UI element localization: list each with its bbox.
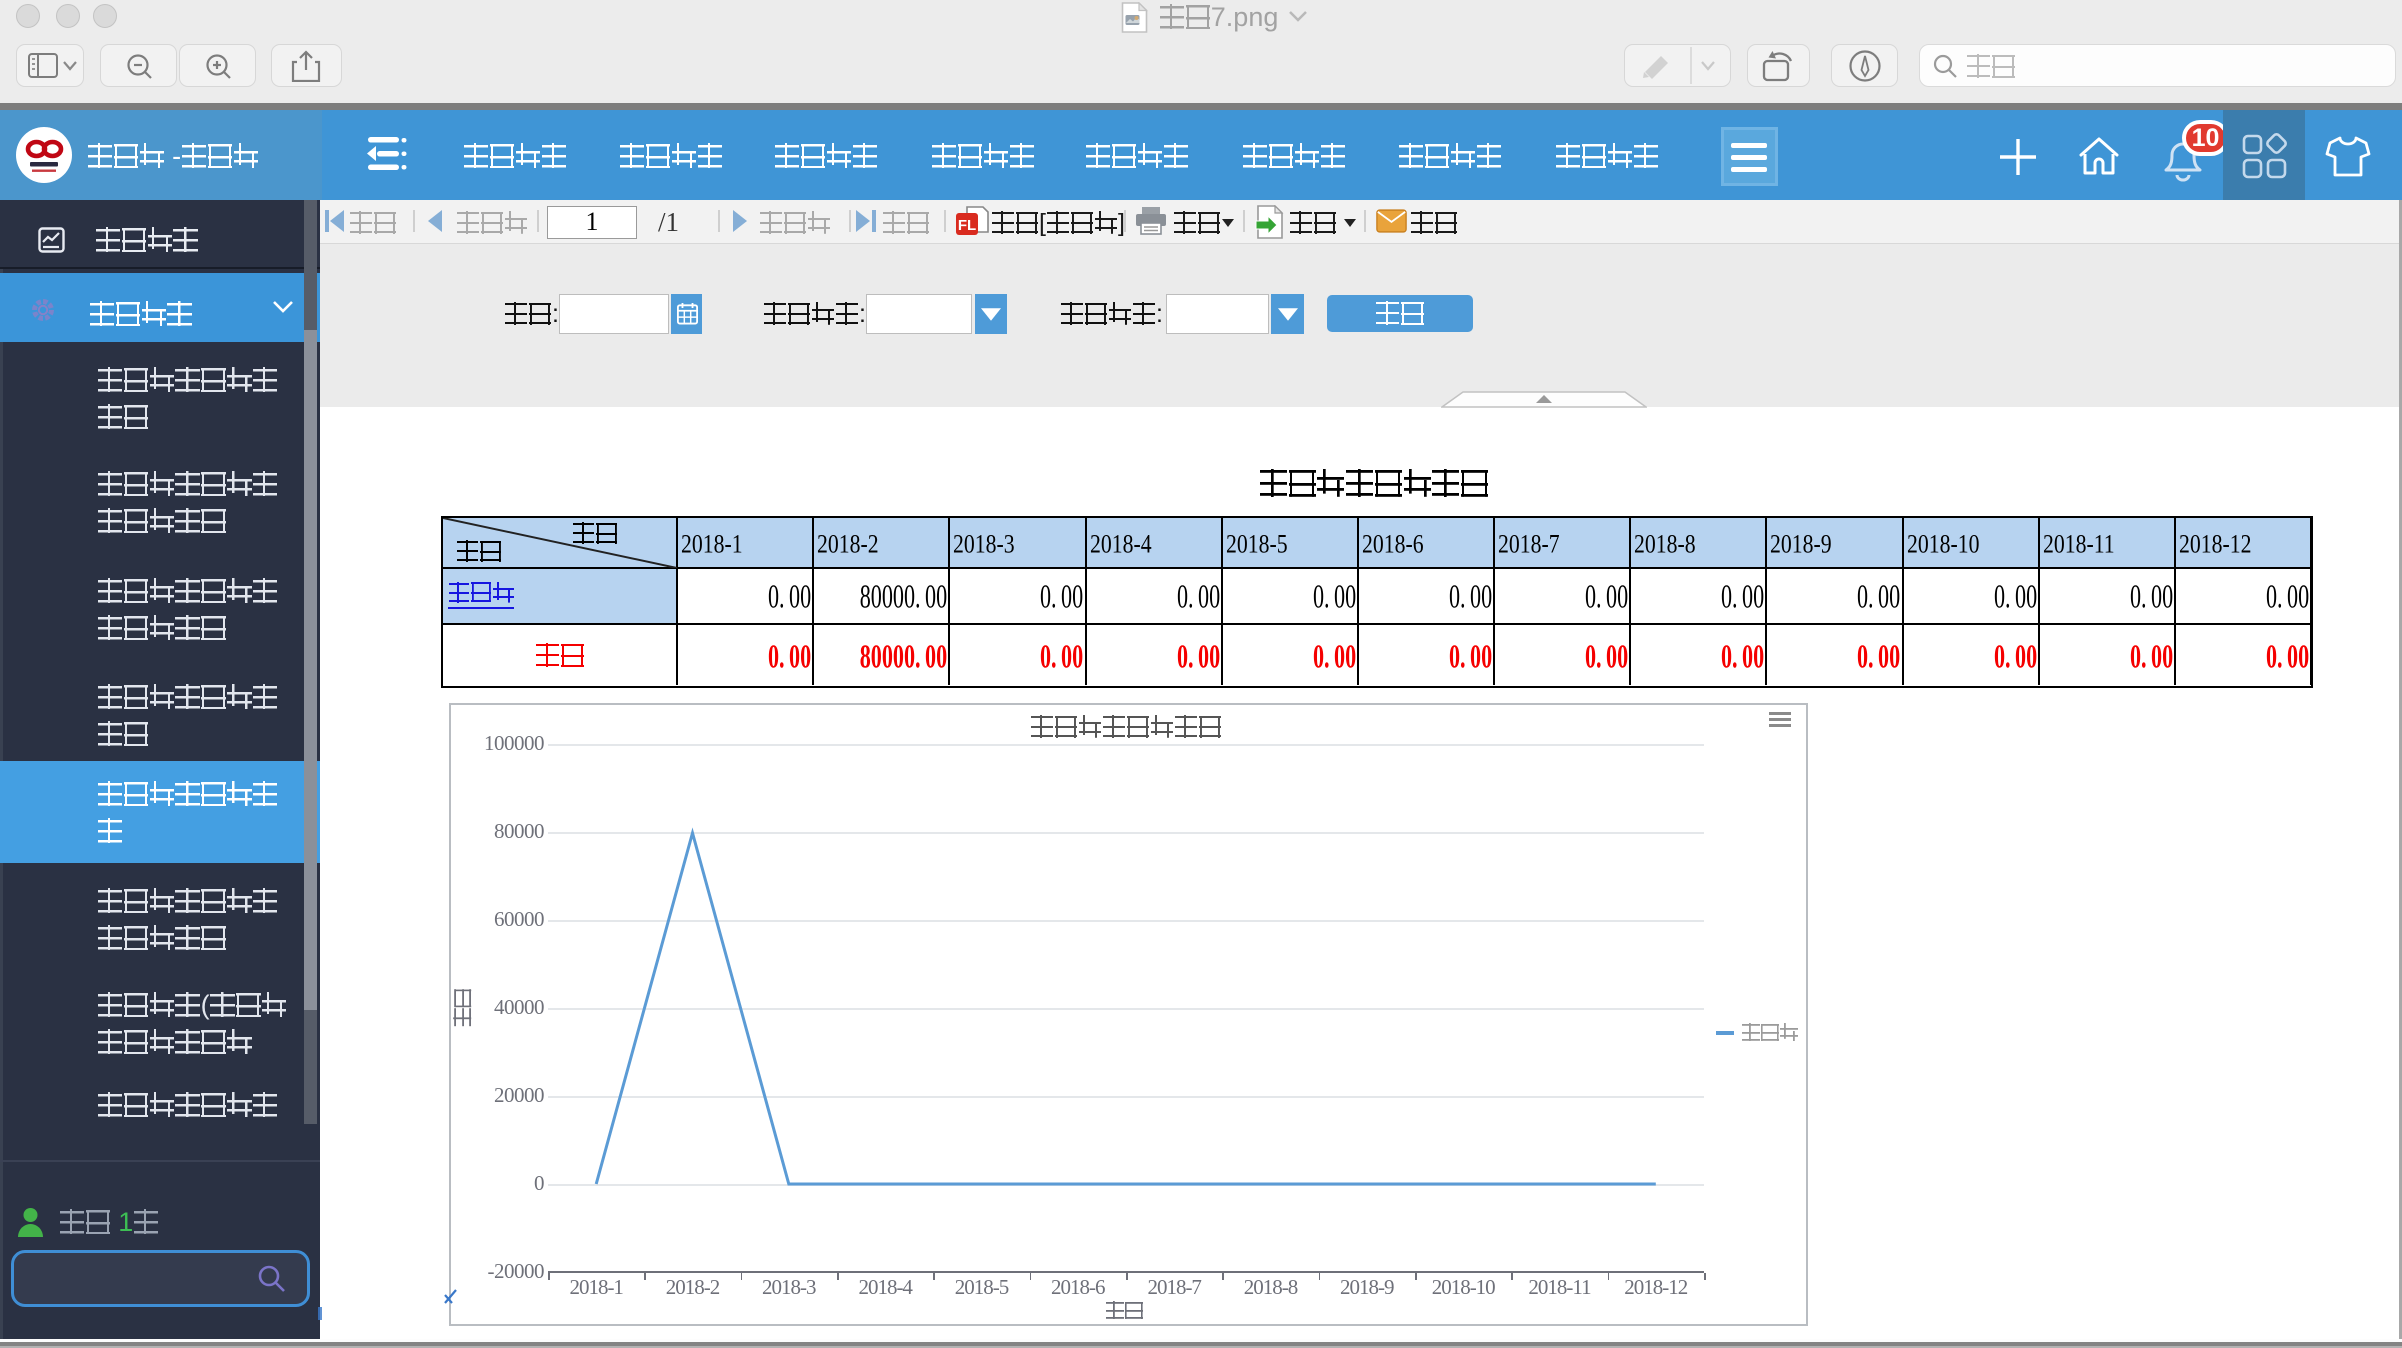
svg-text:FL: FL (958, 217, 976, 234)
